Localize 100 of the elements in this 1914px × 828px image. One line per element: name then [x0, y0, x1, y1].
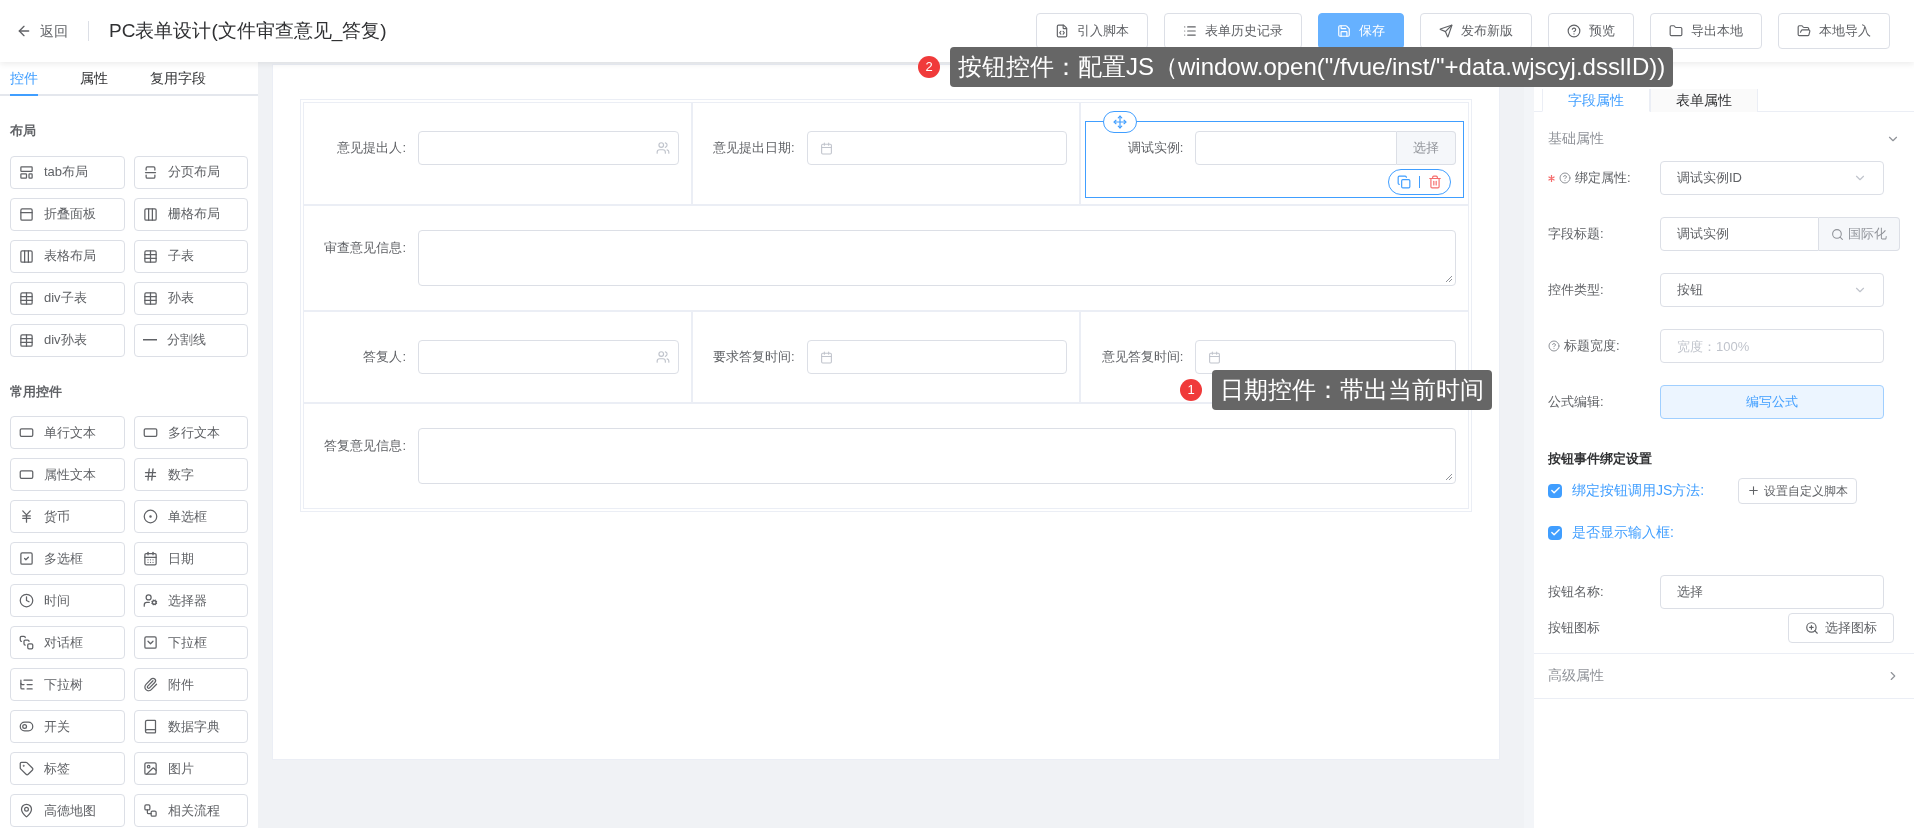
plus-icon — [1747, 484, 1760, 497]
widget-item[interactable]: 多选框 — [10, 542, 125, 575]
help-icon[interactable] — [1559, 172, 1571, 184]
widget-item[interactable]: 选择器 — [133, 584, 248, 617]
select-field[interactable]: 调试实例ID — [1660, 161, 1884, 195]
widget-item[interactable]: 数字 — [133, 458, 248, 491]
widget-item[interactable]: div子表 — [10, 281, 125, 315]
help-icon[interactable] — [1548, 340, 1560, 352]
widget-item[interactable]: 时间 — [10, 584, 125, 617]
page-title: PC表单设计(文件审查意见_答复) — [109, 18, 387, 44]
field-label: 意见答复时间: — [1100, 348, 1184, 366]
delete-icon[interactable] — [1428, 175, 1442, 189]
calendar-icon — [1208, 350, 1222, 364]
date-field[interactable] — [806, 131, 1068, 165]
textbox-icon — [142, 425, 158, 440]
widget-item[interactable]: 日期 — [133, 542, 248, 575]
annotation-tooltip: 日期控件：带出当前时间 — [1212, 370, 1492, 410]
widget-item[interactable]: 属性文本 — [10, 458, 125, 491]
field-label: 调试实例: — [1126, 139, 1184, 157]
table-icon — [19, 332, 34, 348]
widget-item[interactable]: 单行文本 — [10, 416, 125, 449]
toolbar-button[interactable]: 预览 — [1548, 13, 1634, 49]
text-field[interactable] — [1195, 131, 1397, 165]
text-field[interactable]: 调试实例 — [1660, 217, 1819, 251]
copy-icon[interactable] — [1397, 175, 1411, 189]
widget-item[interactable]: 栅格布局 — [133, 197, 248, 231]
widget-item[interactable]: 折叠面板 — [10, 197, 125, 231]
date-field[interactable] — [806, 340, 1068, 374]
users-icon — [655, 141, 670, 155]
toggle-icon — [19, 719, 34, 734]
widget-item[interactable]: 高德地图 — [10, 794, 125, 827]
checkbox-label: 是否显示输入框: — [1572, 523, 1675, 542]
table-icon — [142, 248, 158, 264]
widget-item[interactable]: 对话框 — [10, 626, 125, 659]
widget-item[interactable]: 单选框 — [133, 500, 248, 533]
custom-script-button[interactable]: 设置自定义脚本 — [1738, 477, 1857, 504]
move-icon — [1113, 115, 1128, 129]
section-title: 高级属性 — [1548, 666, 1604, 685]
widget-item[interactable]: 标签 — [10, 752, 125, 785]
widget-item[interactable]: 分页布局 — [133, 155, 248, 189]
columns-icon — [142, 206, 158, 222]
columns-icon — [19, 248, 34, 264]
widget-item[interactable]: 相关流程 — [133, 794, 248, 827]
widget-item[interactable]: 开关 — [10, 710, 125, 743]
widget-item[interactable]: 图片 — [133, 752, 248, 785]
table-icon — [142, 290, 158, 306]
checkbox[interactable] — [1548, 483, 1562, 498]
property-label: 按钮名称: — [1548, 582, 1605, 601]
checkbox[interactable] — [1548, 525, 1562, 540]
choose-icon-button[interactable]: 选择图标 — [1788, 612, 1894, 643]
property-label: 标题宽度: — [1564, 337, 1620, 356]
move-handle[interactable] — [1103, 111, 1138, 133]
button-name-field[interactable]: 选择 — [1660, 574, 1884, 609]
users-icon — [655, 350, 670, 364]
widget-item[interactable]: 附件 — [133, 668, 248, 701]
field-label: 意见提出日期: — [712, 139, 795, 157]
widget-item[interactable]: div孙表 — [10, 323, 125, 357]
book-icon — [142, 719, 158, 734]
calendar-icon — [142, 551, 158, 566]
property-label: 控件类型: — [1548, 281, 1604, 300]
property-label: 按钮图标 — [1548, 618, 1600, 637]
pin-icon — [19, 803, 34, 818]
user-field[interactable] — [418, 131, 679, 165]
widget-item[interactable]: 子表 — [133, 239, 248, 273]
section-title: 布局 — [10, 122, 37, 140]
section-heading: 按钮事件绑定设置 — [1548, 450, 1653, 468]
field-label: 要求答复时间: — [712, 348, 795, 366]
panel-tab[interactable]: 复用字段 — [150, 62, 206, 96]
panel-tab[interactable]: 属性 — [80, 62, 108, 96]
flow-icon — [142, 803, 158, 818]
tree-icon — [19, 677, 34, 692]
field-label: 答复意见信息: — [323, 437, 406, 455]
user-field[interactable] — [418, 340, 679, 374]
widget-item[interactable]: tab布局 — [10, 155, 125, 189]
back-link[interactable]: 返回 — [40, 20, 68, 42]
property-label: 字段标题: — [1548, 225, 1604, 244]
toolbar-button[interactable]: 引入脚本 — [1036, 13, 1148, 49]
widget-item[interactable]: 货币 — [10, 500, 125, 533]
widget-item[interactable]: 多行文本 — [133, 416, 248, 449]
section-title: 常用控件 — [10, 382, 63, 401]
image-icon — [142, 761, 158, 776]
widget-item[interactable]: 下拉框 — [133, 626, 248, 659]
resize-handle-icon — [1445, 275, 1453, 283]
width-field[interactable]: 宽度：100% — [1660, 329, 1884, 363]
annotation-tooltip: 按钮控件：配置JS（window.open("/fvue/inst/"+data.wjscyj.dsslID)) — [950, 47, 1674, 87]
widget-item[interactable]: 数据字典 — [133, 710, 248, 743]
widget-item[interactable]: 表格布局 — [10, 239, 125, 273]
textbox-icon — [19, 467, 34, 482]
toolbar-button[interactable]: 表单历史记录 — [1164, 13, 1302, 49]
select-field[interactable]: 按钮 — [1660, 273, 1884, 307]
property-tab[interactable]: 表单属性 — [1650, 89, 1758, 112]
clock-icon — [19, 593, 34, 608]
toolbar-button[interactable]: 发布新版 — [1420, 13, 1532, 49]
toolbar-button[interactable]: 导出本地 — [1650, 13, 1762, 49]
user-icon — [142, 593, 158, 608]
widget-item[interactable]: 分割线 — [133, 323, 248, 357]
widget-item[interactable]: 孙表 — [133, 281, 248, 315]
selected-field-outline[interactable]: 调试实例: 选择 — [1085, 121, 1464, 198]
toolbar-button[interactable]: 本地导入 — [1778, 13, 1890, 49]
widget-item[interactable]: 下拉树 — [10, 668, 125, 701]
